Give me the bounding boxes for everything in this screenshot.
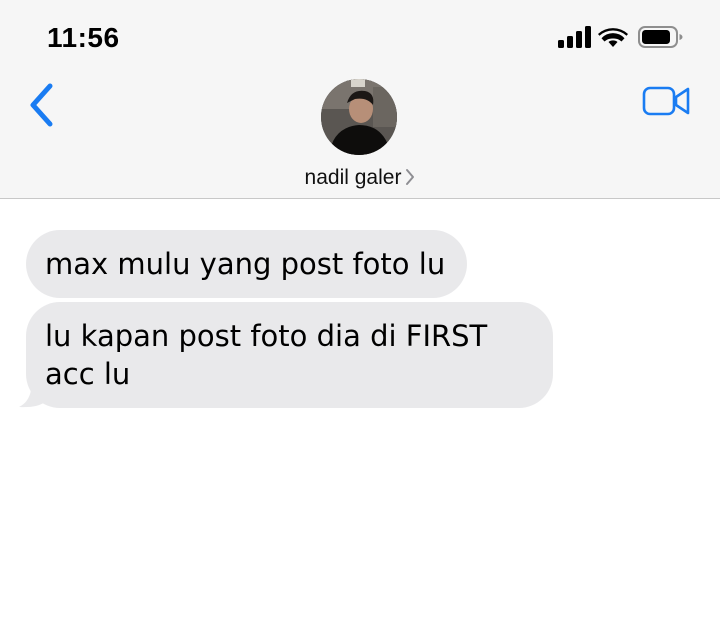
incoming-message-bubble[interactable]: lu kapan post foto dia di FIRST acc lu [26, 302, 553, 408]
wifi-icon [598, 28, 628, 47]
signal-icon [558, 26, 591, 48]
contact-name-button[interactable]: nadil galer [0, 166, 720, 190]
video-camera-icon [642, 86, 690, 116]
back-button[interactable] [26, 82, 60, 128]
avatar-photo [321, 79, 397, 155]
chevron-right-icon [406, 168, 415, 185]
message-thread[interactable]: max mulu yang post foto lu lu kapan post… [0, 200, 720, 628]
conversation-header: 11:56 nadil galer [0, 0, 720, 199]
battery-icon [638, 26, 683, 48]
incoming-message-bubble[interactable]: max mulu yang post foto lu [26, 230, 468, 298]
contact-name: nadil galer [304, 166, 402, 189]
bubble-tail [19, 372, 45, 408]
facetime-video-button[interactable] [642, 84, 692, 118]
chevron-left-icon [30, 83, 53, 127]
message-text: lu kapan post foto dia di FIRST acc lu [45, 319, 488, 391]
status-time: 11:56 [47, 22, 120, 53]
message-text: max mulu yang post foto lu [45, 247, 446, 281]
contact-avatar[interactable] [321, 79, 397, 155]
